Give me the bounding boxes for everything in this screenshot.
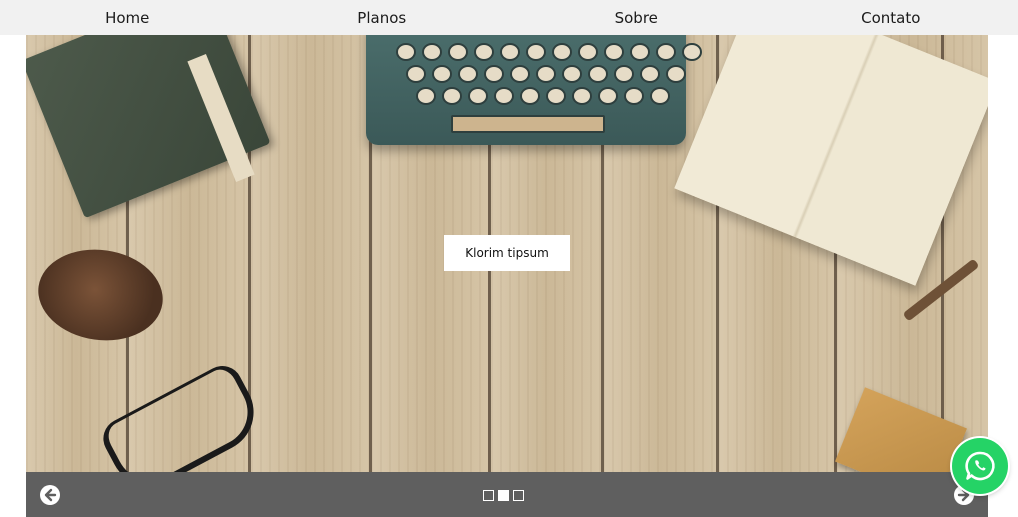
whatsapp-icon [965, 451, 995, 481]
whatsapp-button[interactable] [952, 438, 1008, 494]
slide-indicator-1[interactable] [483, 490, 494, 501]
hero-slider: Klorim tipsum [26, 35, 988, 472]
arrow-left-icon[interactable] [40, 485, 60, 505]
top-navigation: Home Planos Sobre Contato [0, 0, 1018, 35]
nav-home[interactable]: Home [0, 9, 254, 27]
slider-control-bar [26, 472, 988, 517]
nav-sobre[interactable]: Sobre [509, 9, 763, 27]
slide-indicators [483, 490, 524, 501]
slide-indicator-3[interactable] [513, 490, 524, 501]
slide-indicator-2[interactable] [498, 490, 509, 501]
hero-cta-button[interactable]: Klorim tipsum [444, 235, 570, 271]
nav-planos[interactable]: Planos [255, 9, 509, 27]
nav-contato[interactable]: Contato [764, 9, 1018, 27]
